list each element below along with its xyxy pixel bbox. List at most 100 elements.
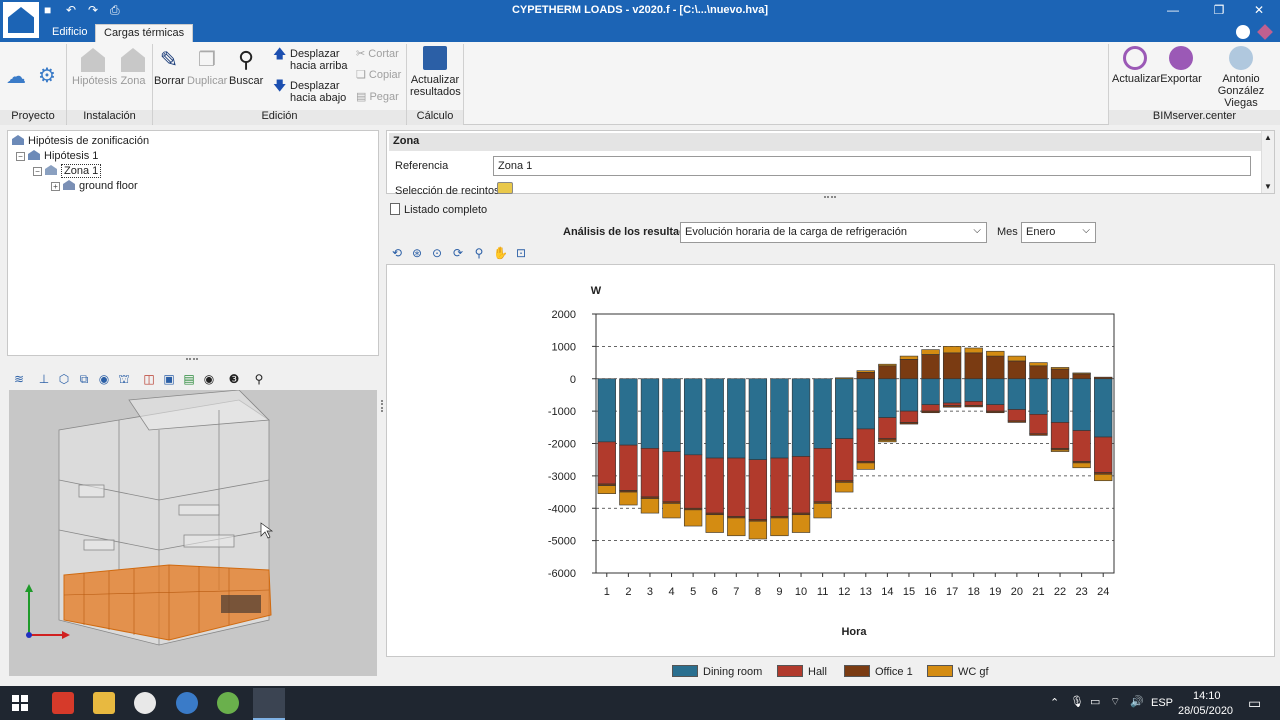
listado-completo-link[interactable]: Listado completo <box>390 203 487 216</box>
tree-floor[interactable]: + ground floor <box>51 180 138 192</box>
zoom-out-icon[interactable]: ⚲ <box>472 246 486 260</box>
y-tick-label: -5000 <box>548 536 576 548</box>
x-tick-label: 23 <box>1076 586 1088 598</box>
referencia-input[interactable]: Zona 1 <box>493 156 1251 176</box>
x-tick-label: 7 <box>733 586 739 598</box>
clock-time[interactable]: 14:10 <box>1193 690 1221 702</box>
copiar-button[interactable]: ❏ Copiar <box>356 69 401 81</box>
file-explorer-icon[interactable] <box>93 692 115 714</box>
pegar-button[interactable]: ▤ Pegar <box>356 91 399 103</box>
splitter-handle[interactable] <box>186 358 198 362</box>
chevron-up-icon[interactable]: ⌃ <box>1050 696 1059 709</box>
tab-edificio[interactable]: Edificio <box>44 24 95 42</box>
taskbar: ⌃ 🎙 ▭ ⌔ 🔊 ESP 14:10 28/05/2020 ▭ <box>0 686 1280 720</box>
analysis-select[interactable]: Evolución horaria de la carga de refrige… <box>680 222 987 243</box>
tab-cargas-termicas[interactable]: Cargas térmicas <box>95 24 194 42</box>
bim-app-icon[interactable] <box>217 692 239 714</box>
duplicar-button[interactable]: ❐ Duplicar <box>187 48 227 87</box>
building-3d-view[interactable] <box>9 390 377 676</box>
x-tick-label: 13 <box>860 586 872 598</box>
volume-icon[interactable]: 🔊 <box>1130 695 1144 708</box>
bar-wc-gf-neg <box>597 485 616 494</box>
tree-hypothesis[interactable]: − Hipótesis 1 <box>16 150 98 162</box>
zone-splitter[interactable] <box>824 196 836 198</box>
vertical-splitter[interactable] <box>381 400 384 412</box>
bar-dining-room-neg <box>1072 378 1091 431</box>
move-down-button[interactable]: 🡇 Desplazar hacia abajo <box>273 79 346 104</box>
eye-icon[interactable]: ◉ <box>202 372 216 386</box>
pan-hand-icon[interactable]: ✋ <box>493 246 508 260</box>
view3d-icon[interactable]: ❸ <box>227 372 241 386</box>
x-tick-label: 10 <box>795 586 807 598</box>
bar-hall-neg <box>1007 409 1027 422</box>
microphone-icon[interactable]: 🎙 <box>1070 695 1084 708</box>
buscar-button[interactable]: ⚲ Buscar <box>229 48 263 88</box>
title-bar: ■ ↶ ↷ ⎙ CYPETHERM LOADS - v2020.f - [C:\… <box>0 0 1280 22</box>
bim-actualizar-button[interactable]: Actualizar <box>1112 46 1160 85</box>
zoom-icon[interactable]: ⚲ <box>252 372 266 386</box>
expand-icon[interactable]: + <box>51 182 60 191</box>
zoom-reset-icon[interactable]: ⟲ <box>390 246 404 260</box>
x-tick-label: 24 <box>1097 586 1109 598</box>
app-logo[interactable] <box>2 1 40 39</box>
chrome-icon[interactable] <box>134 692 156 714</box>
fit-icon[interactable]: ⊡ <box>514 246 528 260</box>
tree-root[interactable]: Hipótesis de zonificación <box>12 135 149 147</box>
bar-office-1-neg <box>921 410 940 414</box>
bar-hall-neg <box>878 417 897 439</box>
cype-app-icon[interactable] <box>52 692 74 714</box>
layers-icon[interactable]: ≋ <box>12 372 26 386</box>
bar-wc-gf-pos <box>878 363 897 367</box>
climate-icon[interactable]: ☁ <box>6 64 26 89</box>
house-icon <box>12 135 24 145</box>
user-account-button[interactable]: Antonio González Viegas <box>1204 46 1278 109</box>
zoom-previous-icon[interactable]: ⟳ <box>451 246 465 260</box>
collapse-icon[interactable]: − <box>16 152 25 161</box>
zone-scrollbar[interactable]: ▲ ▼ <box>1261 131 1274 193</box>
notifications-icon[interactable]: ▭ <box>1248 695 1261 712</box>
cube-icon[interactable]: ⬡ <box>57 372 71 386</box>
select-rooms-icon[interactable] <box>497 182 513 194</box>
wifi-icon[interactable]: ⌔ <box>1110 695 1120 709</box>
visibility-icon[interactable]: ◉ <box>97 372 111 386</box>
zona-button[interactable]: Zona <box>118 48 148 87</box>
mes-select[interactable]: Enero ⌵ <box>1021 222 1096 243</box>
legend-office-1: Office 1 <box>844 665 913 678</box>
ribbon-tabs: Edificio Cargas térmicas <box>0 22 1280 42</box>
hipotesis-button[interactable]: Hipótesis <box>72 48 117 87</box>
cortar-button[interactable]: ✂ Cortar <box>356 48 399 60</box>
cubes-icon[interactable]: ⧉ <box>77 372 91 386</box>
bar-wc-gf-pos <box>964 347 983 354</box>
battery-icon[interactable]: ▭ <box>1090 695 1100 708</box>
model-icon[interactable]: ⛫ <box>117 372 131 386</box>
borrar-button[interactable]: ✎ Borrar <box>154 48 185 88</box>
bim-exportar-button[interactable]: Exportar <box>1160 46 1202 85</box>
move-up-button[interactable]: 🡅 Desplazar hacia arriba <box>273 47 347 72</box>
bar-wc-gf-pos <box>1029 362 1048 367</box>
x-tick-label: 18 <box>968 586 980 598</box>
language-indicator[interactable]: ESP <box>1151 697 1173 709</box>
bar-hall-neg <box>1072 430 1091 462</box>
x-tick-label: 5 <box>690 586 696 598</box>
gear-icon[interactable]: ⚙ <box>38 63 56 88</box>
cypetherm-taskbar-icon[interactable] <box>253 688 285 720</box>
windows-start-icon[interactable] <box>12 695 28 711</box>
section-icon[interactable]: ◫ <box>142 372 156 386</box>
actualizar-resultados-button[interactable]: Actualizar resultados <box>410 46 461 98</box>
clock-date[interactable]: 28/05/2020 <box>1178 705 1233 717</box>
tree-zone[interactable]: − Zona 1 <box>33 164 102 178</box>
close-button[interactable]: ✕ <box>1236 0 1280 22</box>
minimize-button[interactable]: — <box>1150 0 1196 22</box>
floor-plan-icon[interactable]: ▤ <box>182 372 196 386</box>
snowflake-app-icon[interactable] <box>176 692 198 714</box>
axes-icon[interactable]: ⊥ <box>37 372 51 386</box>
collapse-icon[interactable]: − <box>33 167 42 176</box>
bim-icon[interactable] <box>1257 24 1273 40</box>
zoom-all-icon[interactable]: ⊛ <box>410 246 424 260</box>
x-axis-label: Hora <box>841 626 867 638</box>
globe-icon[interactable] <box>1236 25 1250 39</box>
zoom-window-icon[interactable]: ⊙ <box>430 246 444 260</box>
bar-wc-gf-pos <box>1072 372 1091 375</box>
plan-icon[interactable]: ▣ <box>162 372 176 386</box>
bar-hall-neg <box>1050 422 1070 449</box>
